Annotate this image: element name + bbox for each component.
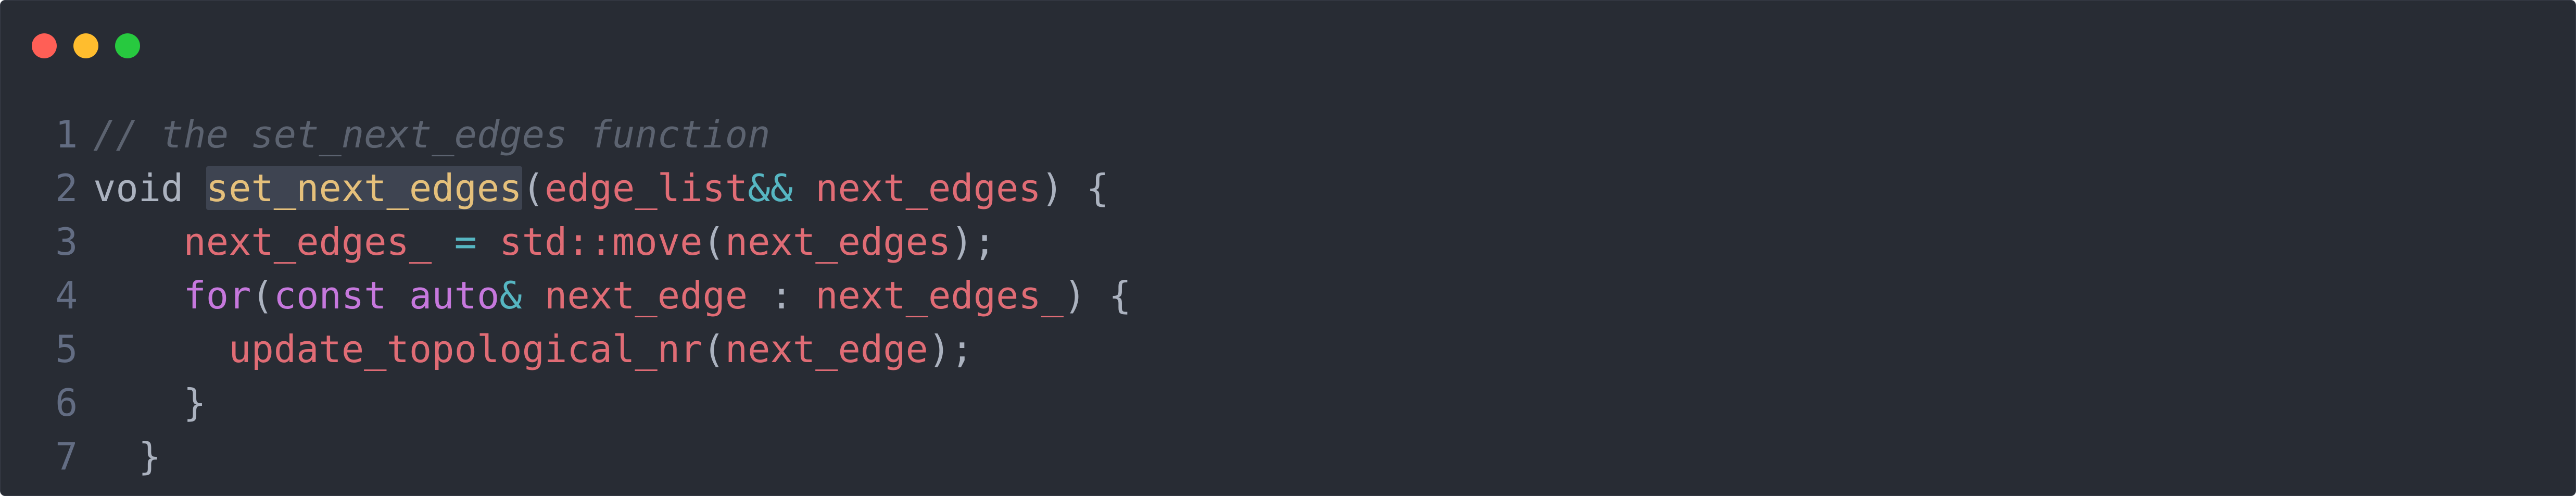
code-token: next_edge [545,274,748,317]
code-token: update_topological_nr [229,327,703,371]
code-token: next_edges [725,220,951,264]
line-source: void set_next_edges(edge_list&& next_edg… [93,162,1109,215]
code-token: next_edges_ [815,274,1064,317]
code-token: ( [702,327,725,371]
line-number: 7 [55,435,78,478]
code-window: 1 // the set_next_edges function 2 void set… [0,0,2576,496]
line-number: 5 [55,327,78,371]
code-token: = [454,220,477,264]
code-token: ); [928,327,974,371]
code-token: std::move [499,220,703,264]
line-source: // the set_next_edges function [93,108,770,162]
code-line: 3 next_edges_ = std::move(next_edges); [1,215,2575,269]
minimize-button[interactable] [73,33,98,58]
code-line: 5 update_topological_nr(next_edge); [1,323,2575,376]
code-token: ( [251,274,274,317]
code-token: next_edges_ [183,220,432,264]
line-source: } [93,430,161,483]
line-number: 3 [55,220,78,264]
code-token: next_edge [725,327,928,371]
code-token: auto [409,274,500,317]
line-number: 2 [55,166,78,210]
code-token: // the set_next_edges function [93,113,771,156]
code-token: & [499,274,522,317]
code-token: void [93,166,206,210]
title-bar [1,1,2575,79]
code-token: ) { [1041,166,1109,210]
code-line: 1 // the set_next_edges function [1,108,2575,162]
line-source: for(const auto& next_edge : next_edges_)… [93,269,1131,323]
code-token: ( [702,220,725,264]
code-token: } [93,381,206,425]
code-line: 2 void set_next_edges(edge_list&& next_ed… [1,162,2575,215]
code-line: 7 } [1,430,2575,483]
maximize-button[interactable] [115,33,140,58]
line-number: 1 [55,113,78,156]
line-number: 6 [55,381,78,425]
code-token: ) { [1064,274,1132,317]
line-source: next_edges_ = std::move(next_edges); [93,215,996,269]
code-token: set_next_edges [206,166,522,210]
code-token: ( [522,166,545,210]
line-source: } [93,376,206,430]
code-token: const [273,274,387,317]
code-token: next_edges [815,166,1041,210]
code-line: 6 } [1,376,2575,430]
code-token: edge_list [544,166,748,210]
code-block: 1 // the set_next_edges function 2 void set… [1,108,2575,483]
code-line: 4 for(const auto& next_edge : next_edges… [1,269,2575,323]
close-button[interactable] [32,33,57,58]
code-token: : [748,274,816,317]
line-source: update_topological_nr(next_edge); [93,323,974,376]
code-token: } [93,435,161,478]
code-token: ); [951,220,996,264]
code-token: && [748,166,793,210]
line-number: 4 [55,274,78,317]
code-token: for [183,274,251,317]
